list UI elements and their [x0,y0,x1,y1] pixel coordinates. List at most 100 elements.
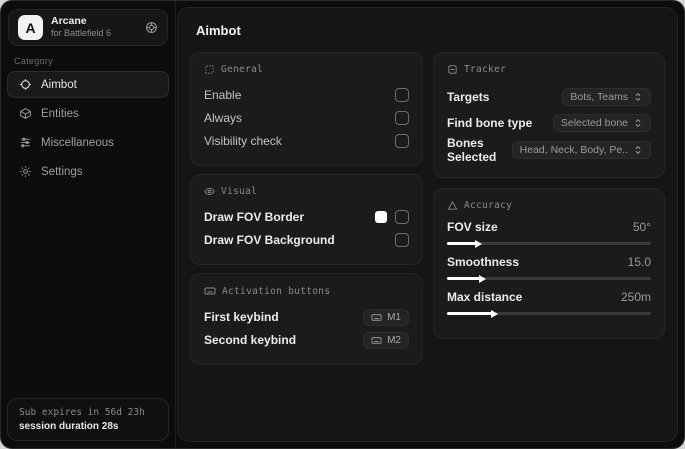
keybind-value: M1 [387,311,401,323]
draw-fov-border-checkbox[interactable] [394,210,409,224]
sidebar-item-label: Settings [41,165,83,178]
accuracy-card-header: Accuracy [447,200,651,211]
tracker-card-title: Tracker [463,64,507,75]
setting-row: Find bone type Selected bone [447,110,651,135]
activation-card-header: Activation buttons [204,285,409,297]
find-bone-type-dropdown[interactable]: Selected bone [552,113,651,132]
always-checkbox[interactable] [394,111,409,125]
max-distance-slider[interactable] [446,309,651,318]
accuracy-card: Accuracy FOV size 50° Smoothness 15.0 Ma… [432,188,665,339]
crosshair-icon [19,78,32,91]
keybind-value: M2 [387,334,401,346]
brand-card: A Arcane for Battlefield 6 [8,9,168,46]
dropdown-value: Bots, Teams [570,90,628,103]
setting-row: First keybind M1 [204,306,409,328]
visual-card-header: Visual [204,186,409,197]
keyboard-icon [204,285,216,297]
general-icon [204,64,215,75]
setting-row: Targets Bots, Teams [447,84,651,109]
setting-row: Draw FOV Background [204,229,409,251]
content-columns: General Enable Always Visibility check V… [190,52,665,365]
sliders-icon [19,136,32,149]
sidebar-item-miscellaneous[interactable]: Miscellaneous [7,129,169,156]
session-duration-text: session duration 28s [19,421,119,432]
activation-card-title: Activation buttons [222,285,331,297]
sidebar-item-label: Miscellaneous [41,136,114,149]
sub-expiry-text: Sub expires in 56d 23h [19,407,145,418]
setting-label: Draw FOV Border [204,210,305,224]
triangle-icon [447,200,458,211]
setting-label: Find bone type [446,115,533,130]
chevrons-up-down-icon [633,92,643,102]
setting-row: Visibility check [204,130,409,152]
setting-label: Targets [446,89,490,104]
brand-name: Arcane [51,15,87,28]
sidebar-item-settings[interactable]: Settings [7,158,169,185]
setting-row: Draw FOV Border [204,206,409,228]
setting-label: First keybind [204,310,279,324]
sidebar-item-entities[interactable]: Entities [7,100,169,127]
slider-value: 250m [620,290,651,304]
setting-label: Visibility check [204,134,282,148]
lifebuoy-icon[interactable] [145,21,158,34]
setting-row: Bones Selected Head, Neck, Body, Pe.. [447,136,651,164]
slider-group: Smoothness 15.0 [446,255,651,283]
slider-label: FOV size [446,220,498,234]
app-window: A Arcane for Battlefield 6 Category Aimb… [0,0,685,449]
visibility-check-checkbox[interactable] [394,134,409,148]
right-column: Tracker Targets Bots, Teams Find bone ty… [432,52,665,339]
draw-fov-background-checkbox[interactable] [394,233,409,247]
activation-card: Activation buttons First keybind M1 Seco… [190,273,423,365]
setting-label: Second keybind [204,333,297,347]
dropdown-value: Selected bone [560,116,628,129]
bones-selected-dropdown[interactable]: Head, Neck, Body, Pe.. [511,141,651,159]
fov-border-color-swatch[interactable] [374,211,387,223]
brand-text: Arcane for Battlefield 6 [51,15,111,39]
fov-size-slider[interactable] [446,239,651,248]
left-column: General Enable Always Visibility check V… [190,52,423,365]
setting-row: Always [204,107,409,129]
square-minus-icon [447,64,458,75]
slider-value: 15.0 [627,255,651,269]
slider-label: Smoothness [446,255,519,269]
first-keybind-button[interactable]: M1 [363,308,409,326]
slider-group: FOV size 50° [446,220,651,248]
slider-thumb[interactable] [490,309,498,318]
sidebar-item-label: Aimbot [41,78,77,91]
cube-icon [19,107,32,120]
brand-logo: A [18,15,43,40]
tracker-card: Tracker Targets Bots, Teams Find bone ty… [432,52,665,178]
second-keybind-button[interactable]: M2 [363,331,409,349]
smoothness-slider[interactable] [446,274,651,283]
slider-thumb[interactable] [474,239,482,248]
setting-label: Bones Selected [446,136,497,164]
slider-thumb[interactable] [478,274,486,283]
general-card-header: General [204,64,409,75]
subscription-status-card: Sub expires in 56d 23h session duration … [7,398,169,441]
dropdown-value: Head, Neck, Body, Pe.. [519,144,628,156]
keyboard-icon [371,335,382,346]
enable-checkbox[interactable] [394,88,409,102]
eye-icon [204,186,215,197]
brand-subtitle: for Battlefield 6 [51,28,112,39]
general-card: General Enable Always Visibility check [190,52,423,166]
main-panel: Aimbot General Enable Always Visibility … [177,7,678,442]
sidebar-item-label: Entities [41,107,79,120]
gear-icon [19,165,32,178]
visual-card: Visual Draw FOV Border Draw FOV Backgrou… [190,174,423,265]
setting-row: Second keybind M2 [204,329,409,351]
category-label: Category [14,56,53,66]
page-title: Aimbot [196,23,241,38]
setting-controls [374,210,409,224]
sidebar-item-aimbot[interactable]: Aimbot [7,71,169,98]
chevrons-up-down-icon [633,118,643,128]
setting-label: Always [204,111,243,125]
targets-dropdown[interactable]: Bots, Teams [562,87,651,106]
setting-label: Enable [204,88,242,102]
setting-row: Enable [204,84,409,106]
setting-label: Draw FOV Background [204,233,335,247]
slider-group: Max distance 250m [446,290,651,318]
keyboard-icon [371,312,382,323]
sidebar-nav: Aimbot Entities Miscellaneous Settings [7,71,169,187]
tracker-card-header: Tracker [447,64,651,75]
